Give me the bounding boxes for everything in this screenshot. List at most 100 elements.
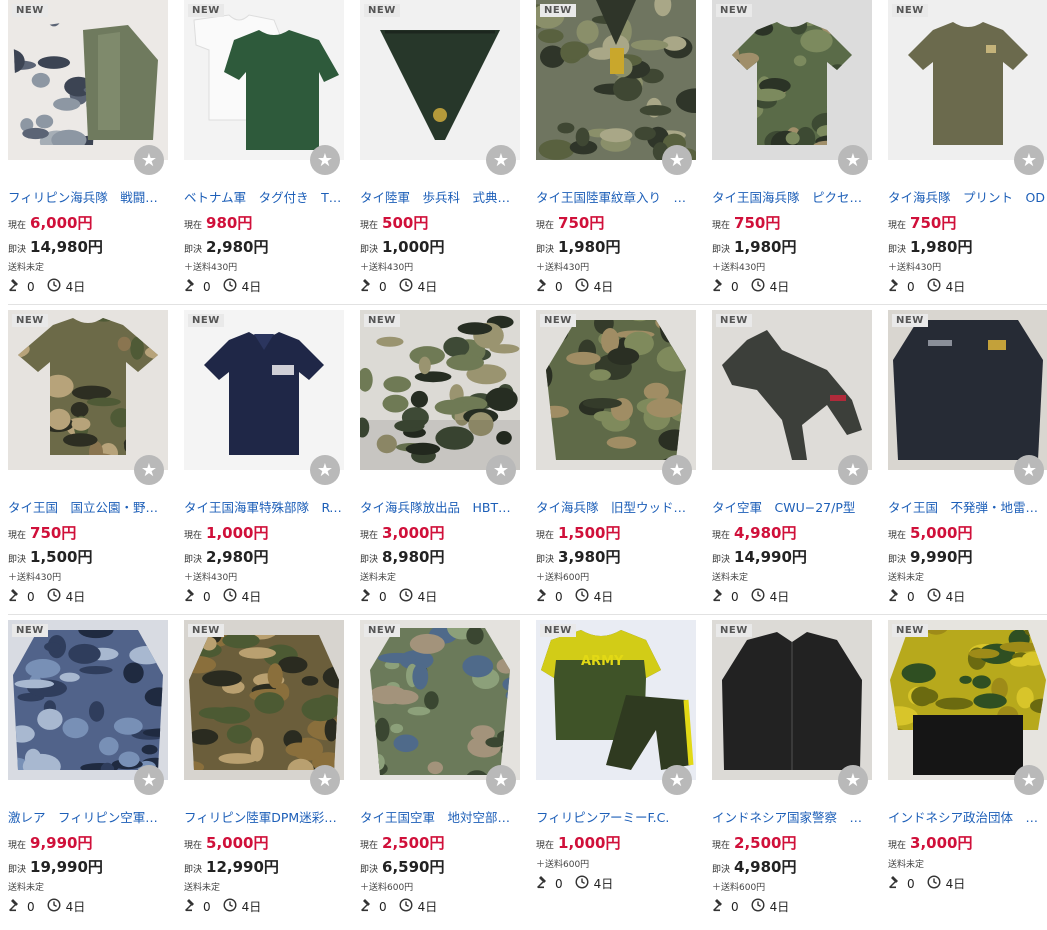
star-icon[interactable]: ★ bbox=[662, 455, 692, 485]
product-title-link[interactable]: 激レア フィリピン空軍 迷彩 bbox=[8, 807, 168, 826]
star-icon[interactable]: ★ bbox=[838, 765, 868, 795]
gavel-icon bbox=[536, 278, 555, 295]
product-card[interactable]: NEW ★ タイ海兵隊 プリント OD 現在 750円 即決 1,980円 ＋送料4… bbox=[888, 0, 1047, 300]
product-card[interactable]: NEW ★ 激レア フィリピン空軍 迷彩 現在 9,990円 即決 19,990円 … bbox=[8, 620, 168, 920]
product-image[interactable] bbox=[8, 620, 168, 780]
time-left: 4日 bbox=[241, 590, 262, 604]
star-icon[interactable]: ★ bbox=[662, 145, 692, 175]
product-image[interactable] bbox=[888, 310, 1047, 470]
current-label: 現在 bbox=[360, 531, 379, 541]
product-card[interactable]: NEW ★ フィリピン陸軍DPM迷彩 上下 現在 5,000円 即決 12,990円… bbox=[184, 620, 344, 920]
shipping-info: 送料未定 bbox=[360, 573, 397, 583]
product-card[interactable]: NEW ★ タイ海兵隊 旧型ウッドランド 現在 1,500円 即決 3,980円 ＋… bbox=[536, 310, 696, 610]
auction-meta: 0 4日 bbox=[888, 875, 977, 892]
gavel-icon bbox=[8, 588, 27, 605]
star-icon[interactable]: ★ bbox=[134, 455, 164, 485]
star-icon[interactable]: ★ bbox=[486, 145, 516, 175]
star-icon[interactable]: ★ bbox=[134, 145, 164, 175]
product-card[interactable]: NEW ★ タイ王国 不発弾・地雷除去 現在 5,000円 即決 9,990円 送料… bbox=[888, 310, 1047, 610]
product-image[interactable] bbox=[888, 620, 1047, 780]
product-card[interactable]: NEW ★ タイ王国海兵隊 ピクセル迷彩 現在 750円 即決 1,980円 ＋送料… bbox=[712, 0, 872, 300]
product-title-link[interactable]: タイ海兵隊放出品 HBT生地 bbox=[360, 497, 520, 516]
clock-icon bbox=[223, 898, 242, 915]
star-icon[interactable]: ★ bbox=[310, 455, 340, 485]
product-title-link[interactable]: タイ王国陸軍紋章入り ピクセル bbox=[536, 187, 696, 206]
product-title-link[interactable]: タイ王国 国立公園・野生動物 bbox=[8, 497, 168, 516]
product-title-link[interactable]: フィリピンアーミーF.C. bbox=[536, 807, 696, 826]
star-icon[interactable]: ★ bbox=[134, 765, 164, 795]
buy-now-price: 1,500円 bbox=[30, 548, 93, 566]
auction-meta: 0 4日 bbox=[536, 875, 625, 892]
product-title-link[interactable]: タイ海兵隊 旧型ウッドランド bbox=[536, 497, 696, 516]
product-image[interactable]: ARMY bbox=[536, 620, 696, 780]
product-image[interactable] bbox=[712, 310, 872, 470]
product-title-link[interactable]: タイ海兵隊 プリント OD bbox=[888, 187, 1047, 206]
product-title-link[interactable]: インドネシア国家警察 防寒 bbox=[712, 807, 872, 826]
product-card[interactable]: NEW ★ タイ陸軍 歩兵科 式典用スカーフ 現在500円 即決1,000円 ＋… bbox=[360, 0, 520, 300]
auction-meta: 0 4日 bbox=[184, 278, 273, 295]
star-icon[interactable]: ★ bbox=[310, 145, 340, 175]
auction-meta: 0 4日 bbox=[888, 278, 977, 295]
product-title-link[interactable]: インドネシア政治団体 ゴルカル bbox=[888, 807, 1047, 826]
product-title-link[interactable]: フィリピン陸軍DPM迷彩 上下 bbox=[184, 807, 344, 826]
product-title-link[interactable]: タイ王国 不発弾・地雷除去 bbox=[888, 497, 1047, 516]
product-image[interactable] bbox=[360, 0, 520, 160]
product-card[interactable]: NEW ★ タイ王国空軍 地対空部隊 迷彩 現在2,500円 即決6,590円 … bbox=[360, 620, 520, 920]
gavel-icon bbox=[8, 898, 27, 915]
gavel-icon bbox=[184, 898, 203, 915]
product-image[interactable] bbox=[184, 310, 344, 470]
product-card[interactable]: NEW ★ インドネシア政治団体 ゴルカル 現在3,000円 送料未定 0 4日 bbox=[888, 620, 1047, 920]
star-icon[interactable]: ★ bbox=[310, 765, 340, 795]
star-icon[interactable]: ★ bbox=[1014, 145, 1044, 175]
product-title-link[interactable]: タイ空軍 CWU−27/P型 bbox=[712, 497, 872, 516]
current-price-row: 現在 980円 bbox=[184, 212, 344, 233]
product-card[interactable]: NEW ★ タイ王国海軍特殊部隊 RTN 現在 1,000円 即決 2,980円 ＋… bbox=[184, 310, 344, 610]
product-title-link[interactable]: ベトナム軍 タグ付き Tシャツ bbox=[184, 187, 344, 206]
clock-icon bbox=[399, 898, 418, 915]
star-icon[interactable]: ★ bbox=[838, 145, 868, 175]
current-price: 1,500円 bbox=[558, 524, 621, 542]
product-title-link[interactable]: タイ王国海軍特殊部隊 RTN bbox=[184, 497, 344, 516]
star-icon[interactable]: ★ bbox=[486, 765, 516, 795]
product-image[interactable] bbox=[536, 0, 696, 160]
product-card[interactable]: NEW ★ タイ海兵隊放出品 HBT生地 現在 3,000円 即決 8,980円 送… bbox=[360, 310, 520, 610]
product-card[interactable]: NEW ★ ベトナム軍 タグ付き Tシャツ 現在980円 即決2,980円 ＋送… bbox=[184, 0, 344, 300]
new-badge: NEW bbox=[892, 624, 928, 637]
star-icon[interactable]: ★ bbox=[486, 455, 516, 485]
product-image[interactable] bbox=[184, 620, 344, 780]
time-left: 4日 bbox=[769, 590, 790, 604]
bid-count: 0 bbox=[203, 589, 211, 604]
product-image[interactable] bbox=[184, 0, 344, 160]
star-icon[interactable]: ★ bbox=[662, 765, 692, 795]
product-card[interactable]: ARMY NEW ★ フィリピンアーミーF.C. 現在 1,000円 ＋送料600… bbox=[536, 620, 696, 920]
product-title-link[interactable]: タイ王国海兵隊 ピクセル迷彩 bbox=[712, 187, 872, 206]
product-card[interactable]: NEW ★ タイ王国陸軍紋章入り ピクセル 現在750円 即決1,980円 ＋送… bbox=[536, 0, 696, 300]
star-icon[interactable]: ★ bbox=[1014, 765, 1044, 795]
product-title-link[interactable]: フィリピン海兵隊 戦闘服・迷彩 bbox=[8, 187, 168, 206]
product-card[interactable]: NEW ★ タイ王国 国立公園・野生動物 現在 750円 即決 1,500円 ＋送料… bbox=[8, 310, 168, 610]
product-title-link[interactable]: タイ王国空軍 地対空部隊 迷彩 bbox=[360, 807, 520, 826]
buy-now-price: 1,980円 bbox=[910, 238, 973, 256]
product-image[interactable] bbox=[712, 620, 872, 780]
product-card[interactable]: NEW ★ インドネシア国家警察 防寒 現在 2,500円 即決 4,980円 ＋送… bbox=[712, 620, 872, 920]
product-image[interactable] bbox=[712, 0, 872, 160]
product-image[interactable] bbox=[888, 0, 1047, 160]
product-card[interactable]: NEW ★ フィリピン海兵隊 戦闘服・迷彩 現在6,000円 即決14,980円… bbox=[8, 0, 168, 300]
buy-now-price: 3,980円 bbox=[558, 548, 621, 566]
current-price: 980円 bbox=[206, 214, 253, 232]
product-image[interactable] bbox=[8, 310, 168, 470]
product-image[interactable] bbox=[536, 310, 696, 470]
buy-now-price-row: 即決 1,500円 bbox=[8, 546, 168, 567]
product-image[interactable] bbox=[8, 0, 168, 160]
star-icon[interactable]: ★ bbox=[838, 455, 868, 485]
product-image[interactable] bbox=[360, 620, 520, 780]
product-title-link[interactable]: タイ陸軍 歩兵科 式典用スカーフ bbox=[360, 187, 520, 206]
time-left: 4日 bbox=[417, 590, 438, 604]
new-badge: NEW bbox=[892, 4, 928, 17]
product-card[interactable]: NEW ★ タイ空軍 CWU−27/P型 現在 4,980円 即決 14,990円 … bbox=[712, 310, 872, 610]
time-left: 4日 bbox=[593, 877, 614, 891]
star-icon[interactable]: ★ bbox=[1014, 455, 1044, 485]
buy-now-price: 2,980円 bbox=[206, 238, 269, 256]
shipping-info: ＋送料600円 bbox=[536, 573, 590, 583]
product-image[interactable] bbox=[360, 310, 520, 470]
